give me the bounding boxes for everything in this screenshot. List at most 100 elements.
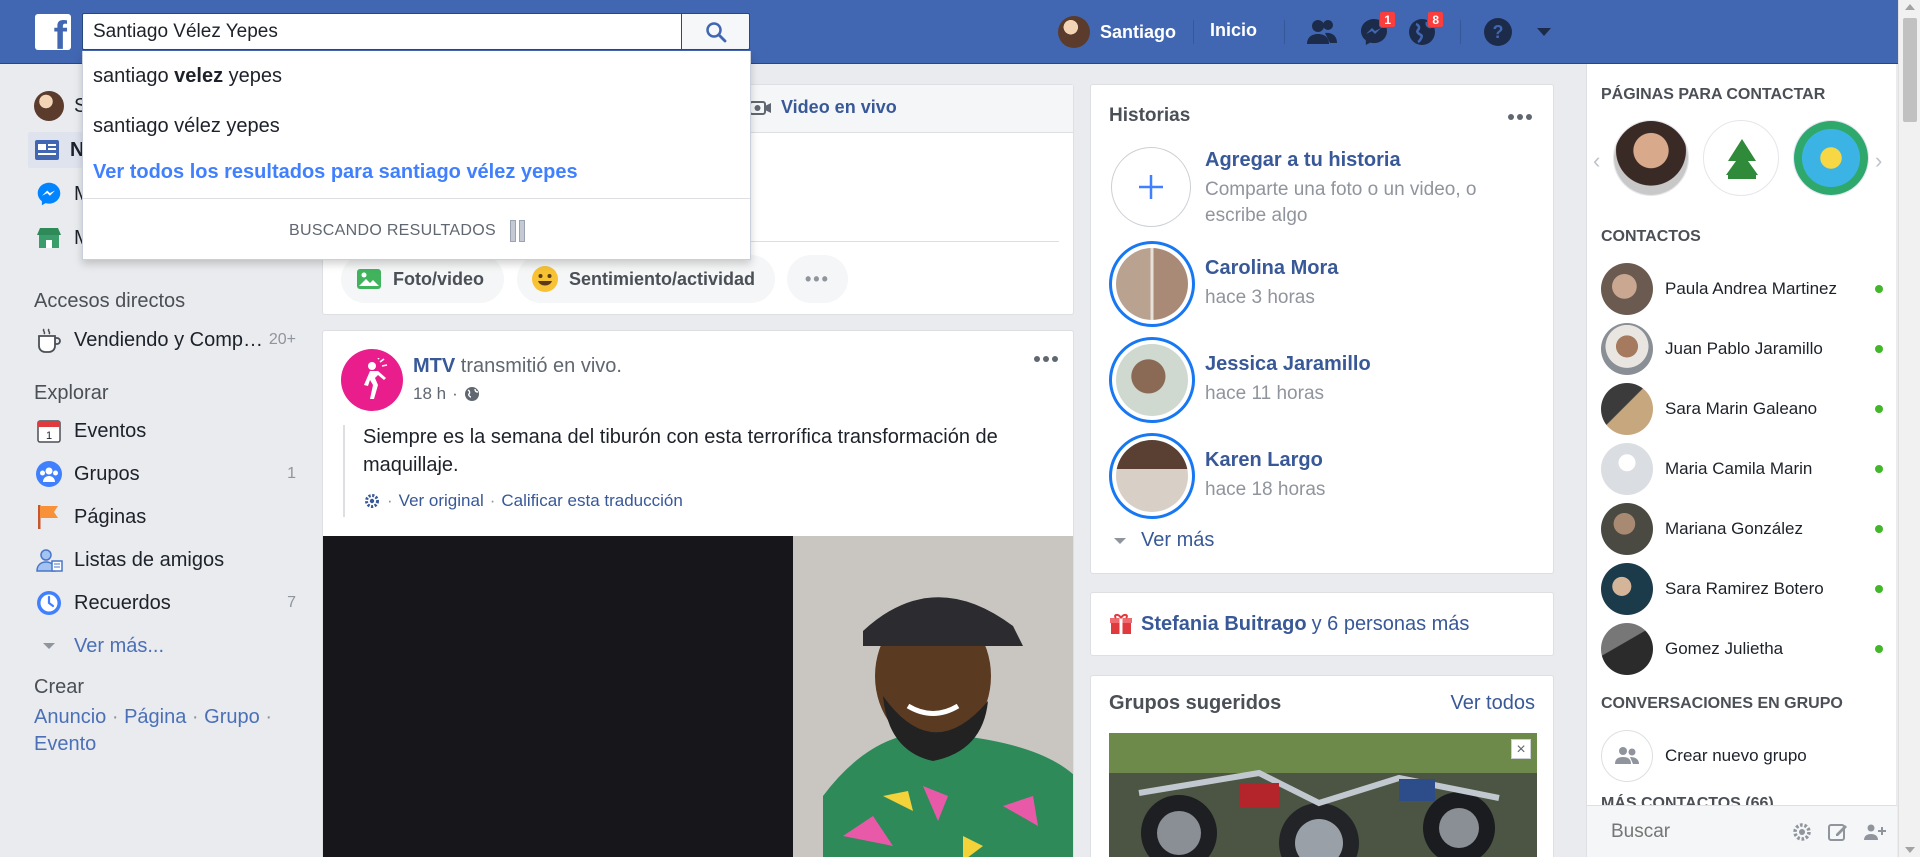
- stories-options-icon[interactable]: [1505, 107, 1535, 127]
- see-original-link[interactable]: Ver original: [399, 491, 484, 511]
- create-ad-link[interactable]: Anuncio: [34, 706, 106, 728]
- sidebar-item-pages[interactable]: Páginas: [34, 499, 296, 535]
- help-button[interactable]: ?: [1478, 14, 1518, 50]
- search-input[interactable]: [83, 14, 681, 49]
- page-avatar[interactable]: [1703, 120, 1779, 196]
- sidebar-item-memories[interactable]: Recuerdos 7: [34, 585, 296, 621]
- contact-avatar: [1601, 263, 1653, 315]
- live-video-tab[interactable]: Video en vivo: [749, 97, 897, 118]
- page-avatar[interactable]: [1793, 120, 1869, 196]
- chevron-right-icon[interactable]: ›: [1875, 148, 1882, 174]
- compose-icon[interactable]: [1827, 821, 1849, 843]
- sidebar-item-label: Páginas: [74, 505, 147, 528]
- feeling-activity-button[interactable]: Sentimiento/actividad: [517, 255, 776, 303]
- sidebar-item-shortcut[interactable]: Vendiendo y Comp… 20+: [34, 322, 296, 358]
- contact-item[interactable]: Sara Marin Galeano: [1601, 383, 1891, 435]
- chat-search-input[interactable]: [1611, 820, 1791, 843]
- create-event-link[interactable]: Evento: [34, 733, 96, 755]
- feed-post: MTV transmitió en vivo. 18 h · Siempre e…: [322, 330, 1074, 857]
- home-link[interactable]: Inicio: [1210, 20, 1257, 41]
- messages-button[interactable]: 1: [1354, 11, 1396, 50]
- calendar-icon: 1: [34, 416, 64, 446]
- story-author[interactable]: Carolina Mora: [1205, 257, 1338, 280]
- sidebar-item-count: 20+: [268, 331, 296, 348]
- post-author-link[interactable]: MTV: [413, 355, 455, 377]
- online-status-dot: [1875, 405, 1883, 413]
- scroll-up-arrow-icon[interactable]: [1905, 4, 1915, 10]
- story-author[interactable]: Jessica Jaramillo: [1205, 353, 1371, 376]
- page-scrollbar[interactable]: [1898, 0, 1920, 857]
- contact-item[interactable]: Sara Ramirez Botero: [1601, 563, 1891, 615]
- profile-shortcut[interactable]: Santiago: [1058, 16, 1176, 48]
- help-icon: ?: [1484, 18, 1512, 46]
- scrollbar-thumb[interactable]: [1903, 18, 1917, 122]
- create-group-link[interactable]: Grupo: [204, 706, 260, 728]
- friend-lists-icon: [34, 545, 64, 575]
- chevron-left-icon[interactable]: ‹: [1593, 148, 1600, 174]
- post-timestamp[interactable]: 18 h: [413, 384, 446, 404]
- page-avatar[interactable]: [1613, 120, 1689, 196]
- scroll-down-arrow-icon[interactable]: [1905, 847, 1915, 853]
- search-button[interactable]: [682, 13, 750, 50]
- add-contacts-icon[interactable]: [1863, 821, 1887, 843]
- more-options-button[interactable]: •••: [787, 255, 848, 303]
- separator: ·: [489, 491, 496, 510]
- story-avatar[interactable]: [1109, 241, 1195, 327]
- group-cover-image[interactable]: ×: [1109, 733, 1537, 857]
- photo-video-button[interactable]: Foto/video: [341, 255, 504, 303]
- post-video[interactable]: [323, 536, 1073, 857]
- separator: ·: [387, 491, 393, 510]
- post-options-icon[interactable]: [1031, 349, 1061, 369]
- see-all-results-link[interactable]: Ver todos los resultados para santiago v…: [93, 161, 578, 184]
- video-camera-icon: [749, 100, 771, 115]
- see-all-groups-link[interactable]: Ver todos: [1450, 692, 1535, 715]
- contact-item[interactable]: Paula Andrea Martinez: [1601, 263, 1891, 315]
- sidebar-item-groups[interactable]: Grupos 1: [34, 456, 296, 492]
- suggestion-text-pre: santiago: [93, 64, 175, 87]
- live-video-label: Video en vivo: [781, 97, 897, 117]
- create-group-button[interactable]: Crear nuevo grupo: [1601, 730, 1807, 782]
- sidebar-item-news-feed[interactable]: N: [28, 132, 84, 168]
- stories-see-more[interactable]: Ver más: [1113, 529, 1214, 552]
- online-status-dot: [1875, 525, 1883, 533]
- notifications-button[interactable]: 8: [1402, 11, 1444, 50]
- account-menu-button[interactable]: [1524, 14, 1564, 50]
- contact-item[interactable]: Gomez Julietha: [1601, 623, 1891, 675]
- add-story-title[interactable]: Agregar a tu historia: [1205, 149, 1401, 172]
- user-avatar: [1058, 16, 1090, 48]
- create-page-link[interactable]: Página: [124, 706, 186, 728]
- search-suggestion-item[interactable]: santiago vélez yepes: [83, 101, 750, 151]
- search-suggestion-item[interactable]: santiago velez yepes: [83, 51, 750, 101]
- rate-translation-link[interactable]: Calificar esta traducción: [501, 491, 682, 511]
- contact-item[interactable]: Juan Pablo Jaramillo: [1601, 323, 1891, 375]
- story-avatar[interactable]: [1109, 433, 1195, 519]
- mtv-avatar[interactable]: [341, 349, 403, 411]
- memories-clock-icon: [34, 588, 64, 618]
- friend-requests-button[interactable]: [1302, 14, 1342, 50]
- contact-item[interactable]: Mariana González: [1601, 503, 1891, 555]
- create-heading: Crear: [34, 676, 85, 698]
- gear-icon[interactable]: [1791, 821, 1813, 843]
- gear-icon[interactable]: [363, 492, 381, 510]
- birthday-reminder[interactable]: Stefania Buitrago y 6 personas más: [1090, 592, 1554, 656]
- marketplace-icon: [34, 223, 64, 253]
- chat-search-bar: [1587, 805, 1897, 857]
- pages-to-contact-heading: PÁGINAS PARA CONTACTAR: [1601, 86, 1826, 103]
- story-time: hace 11 horas: [1205, 383, 1325, 404]
- sidebar-item-friend-lists[interactable]: Listas de amigos: [34, 542, 296, 578]
- sidebar-item-label: Eventos: [74, 419, 147, 442]
- close-icon[interactable]: ×: [1511, 739, 1531, 759]
- more-contacts-heading: MÁS CONTACTOS (66): [1601, 795, 1774, 805]
- facebook-logo[interactable]: f: [35, 14, 71, 50]
- story-avatar[interactable]: [1109, 337, 1195, 423]
- suggestion-text-bold: velez: [174, 64, 224, 87]
- sidebar-item-events[interactable]: 1 Eventos: [34, 413, 296, 449]
- birthday-person-name[interactable]: Stefania Buitrago: [1141, 613, 1307, 636]
- see-more-link[interactable]: Ver más...: [34, 628, 296, 664]
- contact-item[interactable]: Maria Camila Marin: [1601, 443, 1891, 495]
- birthday-others[interactable]: y 6 personas más: [1312, 613, 1470, 636]
- add-story-subtitle: Comparte una foto o un video, o escribe …: [1205, 179, 1477, 226]
- story-author[interactable]: Karen Largo: [1205, 449, 1323, 472]
- add-story-button[interactable]: [1111, 147, 1191, 227]
- separator: ·: [452, 384, 458, 403]
